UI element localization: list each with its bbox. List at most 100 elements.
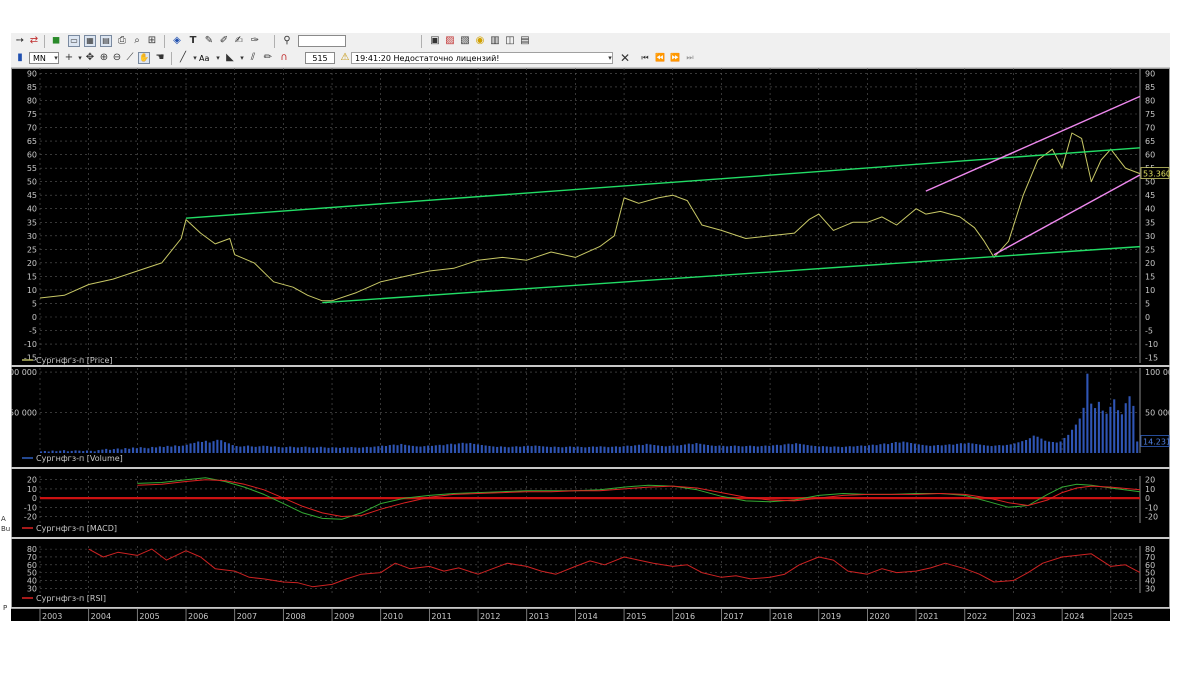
- status-message-field[interactable]: 19:41:20 Недостаточно лицензий!: [351, 52, 613, 64]
- database-icon[interactable]: ▧: [459, 35, 471, 47]
- move-icon[interactable]: ✥: [84, 52, 96, 64]
- arrow-right-icon[interactable]: ➙: [14, 35, 26, 47]
- volume-bar: [749, 445, 752, 453]
- volume-bar: [695, 443, 698, 453]
- volume-bar: [699, 443, 702, 453]
- y-tick-label-right: 80: [1145, 96, 1155, 105]
- price-panel[interactable]: 9090858580807575707065656060555550504545…: [24, 68, 1170, 363]
- volume-bar: [733, 445, 736, 453]
- time-axis-label: 2024: [1064, 612, 1084, 621]
- window-icon[interactable]: ▭: [68, 35, 80, 47]
- volume-bar: [1109, 406, 1112, 453]
- trendline[interactable]: [185, 147, 1141, 219]
- info-icon[interactable]: ✑: [249, 35, 261, 47]
- volume-bar: [538, 445, 541, 453]
- print-icon[interactable]: ⎙: [116, 35, 128, 47]
- volume-bar: [1086, 373, 1089, 453]
- close-icon[interactable]: ✕: [619, 52, 631, 64]
- crosshair-icon[interactable]: ⊕: [98, 52, 110, 64]
- toolbar-separator: [164, 35, 165, 48]
- trendline[interactable]: [925, 95, 1141, 192]
- export-icon[interactable]: ◉: [474, 35, 486, 47]
- volume-bar: [85, 450, 89, 453]
- volume-bar: [787, 443, 790, 453]
- previous-icon[interactable]: ⏪: [654, 52, 666, 64]
- volume-bar: [940, 445, 943, 453]
- volume-bar: [522, 446, 526, 453]
- volume-bar: [798, 443, 801, 453]
- fill-icon[interactable]: ◣: [224, 52, 236, 64]
- volume-bar: [1063, 437, 1066, 453]
- hand-icon[interactable]: ✋: [138, 52, 150, 64]
- volume-bar: [350, 447, 353, 453]
- price-icon[interactable]: ⊞: [146, 35, 158, 47]
- panel-legend-label: Сургнфгз-п [Volume]: [36, 454, 123, 463]
- y-tick-label-right: 90: [1145, 69, 1155, 78]
- brush-icon[interactable]: ⫽: [247, 52, 259, 64]
- volume-bar: [250, 446, 253, 453]
- circle-icon[interactable]: ⊖: [111, 52, 123, 64]
- ruler-icon[interactable]: ⟋: [124, 52, 136, 64]
- y-tick-label-left: 80: [27, 96, 37, 105]
- volume-bar: [216, 439, 219, 453]
- chevron-down-icon[interactable]: ▾: [212, 52, 224, 64]
- book-icon[interactable]: ✍: [233, 35, 245, 47]
- windows-icon[interactable]: ▤: [519, 35, 531, 47]
- y-tick-label-right: 20: [1145, 259, 1155, 268]
- font-button[interactable]: Aa: [199, 52, 209, 65]
- y-tick-label-right: 30: [1145, 584, 1155, 593]
- chart-icon[interactable]: ▤: [100, 35, 112, 47]
- volume-bar: [519, 446, 522, 453]
- green-square-icon[interactable]: ◼: [50, 35, 62, 47]
- tool-icon[interactable]: ◈: [171, 35, 183, 47]
- volume-bar: [622, 446, 625, 453]
- next-icon[interactable]: ⏩: [669, 52, 681, 64]
- time-axis-label: 2011: [431, 612, 451, 621]
- save-icon[interactable]: ▣: [429, 35, 441, 47]
- y-tick-label-left: 10: [27, 485, 37, 494]
- folder-icon[interactable]: ▨: [444, 35, 456, 47]
- zoom-in-icon[interactable]: ✎: [203, 35, 215, 47]
- volume-bar: [764, 445, 767, 453]
- y-tick-label-right: 100 000: [1145, 368, 1170, 377]
- volume-bar: [204, 440, 207, 453]
- volume-bar: [848, 446, 851, 453]
- zoom-out-icon[interactable]: ✐: [218, 35, 230, 47]
- trendline[interactable]: [993, 174, 1141, 256]
- line-icon[interactable]: ╱: [177, 52, 189, 64]
- magnet-icon[interactable]: ∩: [278, 52, 290, 64]
- pencil-icon[interactable]: ✏: [262, 52, 274, 64]
- first-page-icon[interactable]: ⏮: [639, 52, 651, 64]
- trendline[interactable]: [322, 245, 1141, 304]
- volume-panel[interactable]: 100 000 100 000 50 000 50 000 14.231: [11, 368, 1170, 453]
- volume-bar: [97, 450, 100, 453]
- text-icon[interactable]: T: [187, 35, 199, 47]
- search-input[interactable]: [298, 35, 346, 47]
- volume-bar: [1082, 407, 1085, 453]
- new-chart-icon[interactable]: ⇄: [28, 35, 40, 47]
- time-axis[interactable]: 2003 2004 2005 2006 2007 2008 2009 2010 2011 2012…: [11, 609, 1170, 621]
- zoom-icon[interactable]: ⌕: [131, 35, 143, 47]
- grid-icon[interactable]: ▦: [84, 35, 96, 47]
- volume-bar: [246, 445, 250, 453]
- search-icon[interactable]: ⚲: [281, 35, 293, 47]
- volume-bar: [913, 443, 916, 453]
- volume-bar: [430, 445, 434, 453]
- chart-area[interactable]: 9090858580807575707065656060555550504545…: [11, 68, 1170, 621]
- volume-bar: [634, 445, 637, 453]
- bar-chart-icon[interactable]: ▮: [14, 52, 26, 64]
- bar-count-field[interactable]: 515: [305, 52, 335, 64]
- pan-icon[interactable]: ☚: [154, 52, 166, 64]
- last-page-icon[interactable]: ⏭: [684, 52, 696, 64]
- volume-bar: [496, 446, 499, 453]
- rsi-panel[interactable]: 80 8070 7060 6050 5040 4030 30: [27, 545, 1155, 593]
- volume-bar: [342, 447, 345, 453]
- volume-bar: [660, 445, 664, 453]
- chevron-down-icon[interactable]: ▾: [50, 52, 62, 64]
- chevron-down-icon[interactable]: ▾: [604, 52, 616, 64]
- layers-icon[interactable]: ◫: [504, 35, 516, 47]
- chart-settings-icon[interactable]: ▥: [489, 35, 501, 47]
- macd-panel[interactable]: 20 2010 100 0-10 -10-20 -20: [24, 476, 1158, 523]
- volume-bar: [1036, 436, 1039, 453]
- volume-bar: [453, 444, 457, 453]
